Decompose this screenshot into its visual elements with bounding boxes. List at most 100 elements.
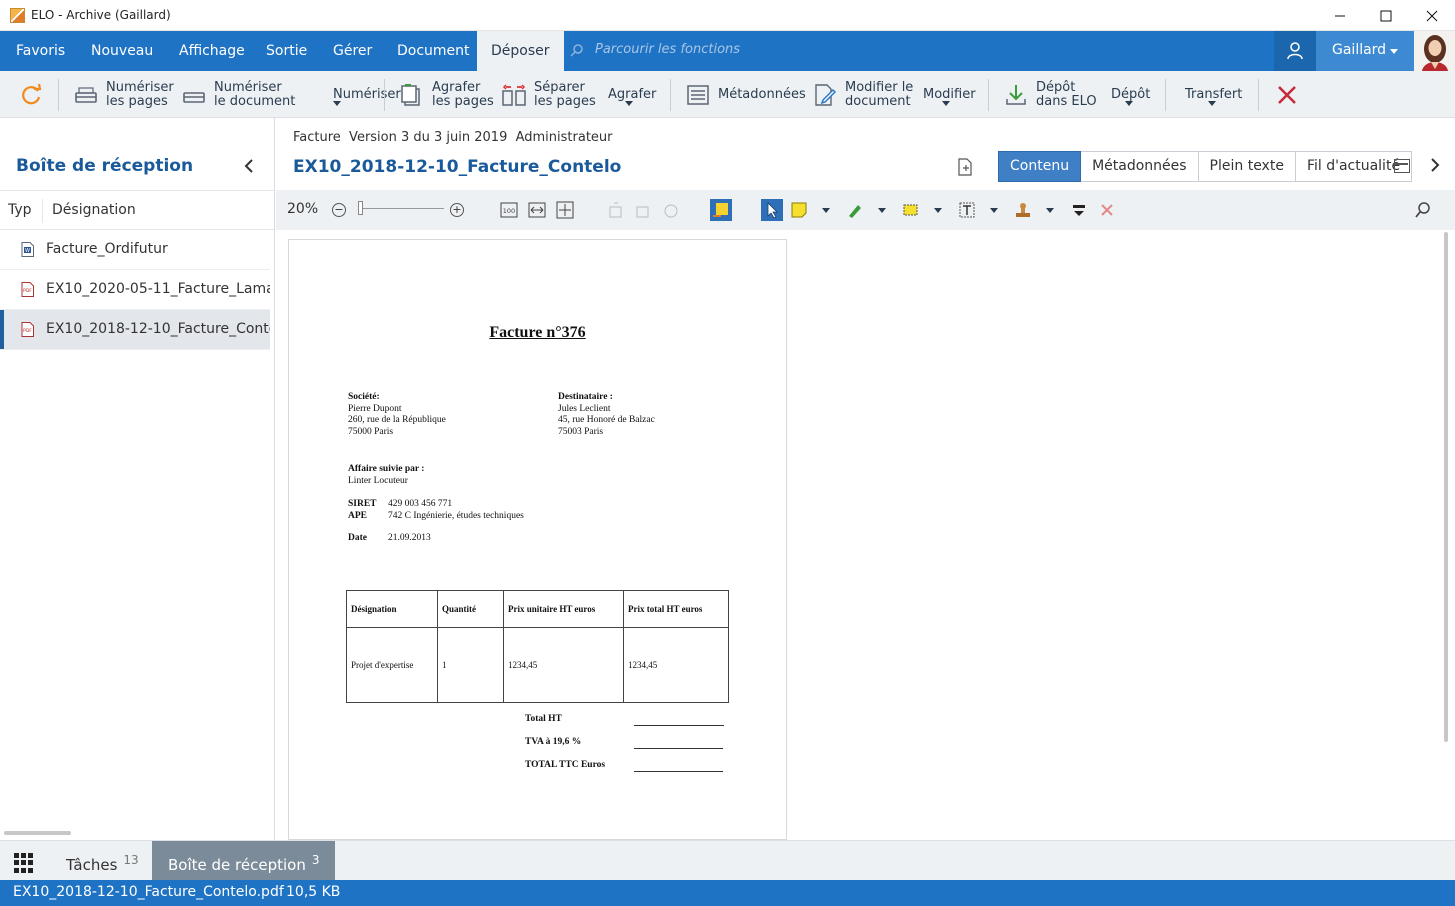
column-designation[interactable]: Désignation bbox=[52, 202, 136, 218]
refresh-button[interactable] bbox=[20, 71, 52, 118]
menu-sortie[interactable]: Sortie bbox=[266, 31, 307, 71]
menu-deposer[interactable]: Déposer bbox=[477, 31, 564, 71]
zoom-in-button[interactable]: + bbox=[450, 203, 464, 217]
scan-document-button[interactable]: Numériser le document bbox=[182, 71, 295, 118]
tab-boite-reception[interactable]: Boîte de réception 3 bbox=[152, 841, 336, 881]
tab-plein-texte[interactable]: Plein texte bbox=[1198, 151, 1296, 182]
menu-document[interactable]: Document bbox=[397, 31, 470, 71]
table-header: Prix total HT euros bbox=[623, 590, 729, 628]
collapse-panel-button[interactable] bbox=[244, 158, 254, 177]
list-item[interactable]: W Facture_Ordifutur bbox=[0, 230, 270, 270]
column-divider bbox=[42, 199, 43, 223]
table-header: Désignation bbox=[346, 590, 438, 628]
maximize-button[interactable] bbox=[1363, 0, 1409, 31]
modify-document-label: Modifier le document bbox=[845, 79, 914, 109]
document-info-icon[interactable] bbox=[957, 158, 973, 176]
chevron-down-icon[interactable] bbox=[822, 208, 830, 213]
stamp-icon[interactable] bbox=[1014, 201, 1032, 219]
rotate-right-icon[interactable] bbox=[634, 201, 652, 219]
chevron-down-icon bbox=[1208, 101, 1216, 106]
followup-label: Affaire suivie par : bbox=[348, 464, 425, 474]
menu-favoris[interactable]: Favoris bbox=[16, 31, 65, 71]
zoom-level: 20% bbox=[287, 201, 319, 217]
menu-nouveau[interactable]: Nouveau bbox=[91, 31, 153, 71]
word-doc-icon: W bbox=[21, 242, 34, 257]
ribbon-divider bbox=[1258, 79, 1259, 111]
chevron-down-icon[interactable] bbox=[878, 208, 886, 213]
zoom-slider[interactable] bbox=[360, 208, 444, 209]
close-document-button[interactable] bbox=[1276, 71, 1298, 118]
staple-dropdown-button[interactable]: Agrafer bbox=[608, 71, 656, 118]
chevron-left-icon bbox=[244, 159, 253, 173]
sticky-note-icon[interactable] bbox=[790, 201, 808, 219]
vertical-scrollbar[interactable] bbox=[1444, 232, 1448, 742]
list-item[interactable]: PDF EX10_2020-05-11_Facture_Lamartine bbox=[0, 270, 270, 310]
staple-pages-button[interactable]: Agrafer les pages bbox=[400, 71, 494, 118]
actual-size-icon[interactable]: 100 bbox=[500, 201, 518, 219]
zoom-slider-thumb[interactable] bbox=[358, 201, 363, 215]
chevron-down-icon[interactable] bbox=[934, 208, 942, 213]
close-window-button[interactable] bbox=[1409, 0, 1455, 31]
print-icon[interactable] bbox=[662, 201, 680, 219]
layout-icon[interactable] bbox=[1394, 159, 1410, 173]
inbox-count-badge: 3 bbox=[311, 853, 320, 867]
list-header: Typ Désignation bbox=[0, 190, 274, 230]
fit-page-icon[interactable] bbox=[556, 201, 574, 219]
redaction-icon[interactable] bbox=[1070, 201, 1088, 219]
company-line: 75000 Paris bbox=[348, 426, 394, 437]
text-annotation-icon[interactable] bbox=[958, 201, 976, 219]
search-icon[interactable] bbox=[1414, 201, 1432, 219]
file-name: EX10_2020-05-11_Facture_Lamartine bbox=[46, 281, 270, 297]
tab-contenu[interactable]: Contenu bbox=[998, 151, 1082, 182]
scan-pages-button[interactable]: Numériser les pages bbox=[74, 71, 174, 118]
deposit-dropdown-button[interactable]: Dépôt bbox=[1111, 71, 1150, 118]
delete-annotation-icon[interactable] bbox=[1098, 201, 1116, 219]
rectangle-marker-icon[interactable] bbox=[902, 201, 920, 219]
deposit-elo-button[interactable]: Dépôt dans ELO bbox=[1004, 71, 1097, 118]
metadata-button[interactable]: Métadonnées bbox=[686, 71, 806, 118]
total-ttc-label: TOTAL TTC Euros bbox=[525, 760, 606, 770]
tab-taches[interactable]: Tâches 13 bbox=[66, 841, 139, 881]
horizontal-scrollbar[interactable] bbox=[4, 831, 71, 835]
list-item-selected[interactable]: PDF EX10_2018-12-10_Facture_Contelo bbox=[0, 310, 270, 350]
tab-metadonnees[interactable]: Métadonnées bbox=[1081, 151, 1199, 182]
recipient-line: 45, rue Honoré de Balzac bbox=[558, 415, 655, 425]
siret-label: SIRET bbox=[348, 499, 377, 509]
highlighter-icon[interactable] bbox=[846, 201, 864, 219]
next-tab-button[interactable] bbox=[1430, 157, 1440, 176]
fit-width-icon[interactable] bbox=[528, 201, 546, 219]
close-icon bbox=[1278, 85, 1296, 104]
chevron-down-icon[interactable] bbox=[990, 208, 998, 213]
menu-affichage[interactable]: Affichage bbox=[179, 31, 245, 71]
table-cell: 1234,45 bbox=[503, 627, 624, 703]
ribbon-divider bbox=[670, 79, 671, 111]
close-icon bbox=[1426, 10, 1438, 21]
minimize-button[interactable] bbox=[1317, 0, 1363, 31]
function-search[interactable]: Parcourir les fonctions bbox=[560, 31, 1260, 71]
user-profile-icon[interactable] bbox=[1274, 31, 1316, 71]
transfer-dropdown-button[interactable]: Transfert bbox=[1185, 71, 1242, 118]
staple-label: Agrafer bbox=[608, 86, 657, 102]
panel-title: Boîte de réception bbox=[16, 156, 194, 176]
chevron-down-icon bbox=[942, 101, 950, 106]
chevron-down-icon[interactable] bbox=[1046, 208, 1054, 213]
modify-document-button[interactable]: Modifier le document bbox=[813, 71, 913, 118]
rotate-left-icon[interactable] bbox=[606, 201, 624, 219]
menu-gerer[interactable]: Gérer bbox=[333, 31, 372, 71]
svg-text:PDF: PDF bbox=[23, 328, 32, 334]
app-grid-icon[interactable] bbox=[14, 853, 34, 873]
zoom-out-button[interactable]: − bbox=[332, 203, 346, 217]
chevron-down-icon bbox=[1390, 49, 1398, 54]
refresh-icon bbox=[22, 83, 42, 104]
scan-dropdown-button[interactable]: Numériser bbox=[333, 71, 401, 118]
document-meta: Facture Version 3 du 3 juin 2019 Adminis… bbox=[293, 130, 613, 145]
select-pointer-icon[interactable] bbox=[760, 198, 784, 222]
tva-label: TVA à 19,6 % bbox=[525, 737, 582, 747]
column-type[interactable]: Typ bbox=[8, 202, 32, 218]
avatar[interactable] bbox=[1414, 31, 1455, 71]
modify-dropdown-button[interactable]: Modifier bbox=[923, 71, 976, 118]
ape-value: 742 C Ingénierie, études techniques bbox=[388, 511, 524, 521]
annotations-toggle-icon[interactable] bbox=[709, 198, 733, 222]
user-menu[interactable]: Gaillard bbox=[1274, 31, 1414, 71]
separate-pages-button[interactable]: Séparer les pages bbox=[502, 71, 596, 118]
